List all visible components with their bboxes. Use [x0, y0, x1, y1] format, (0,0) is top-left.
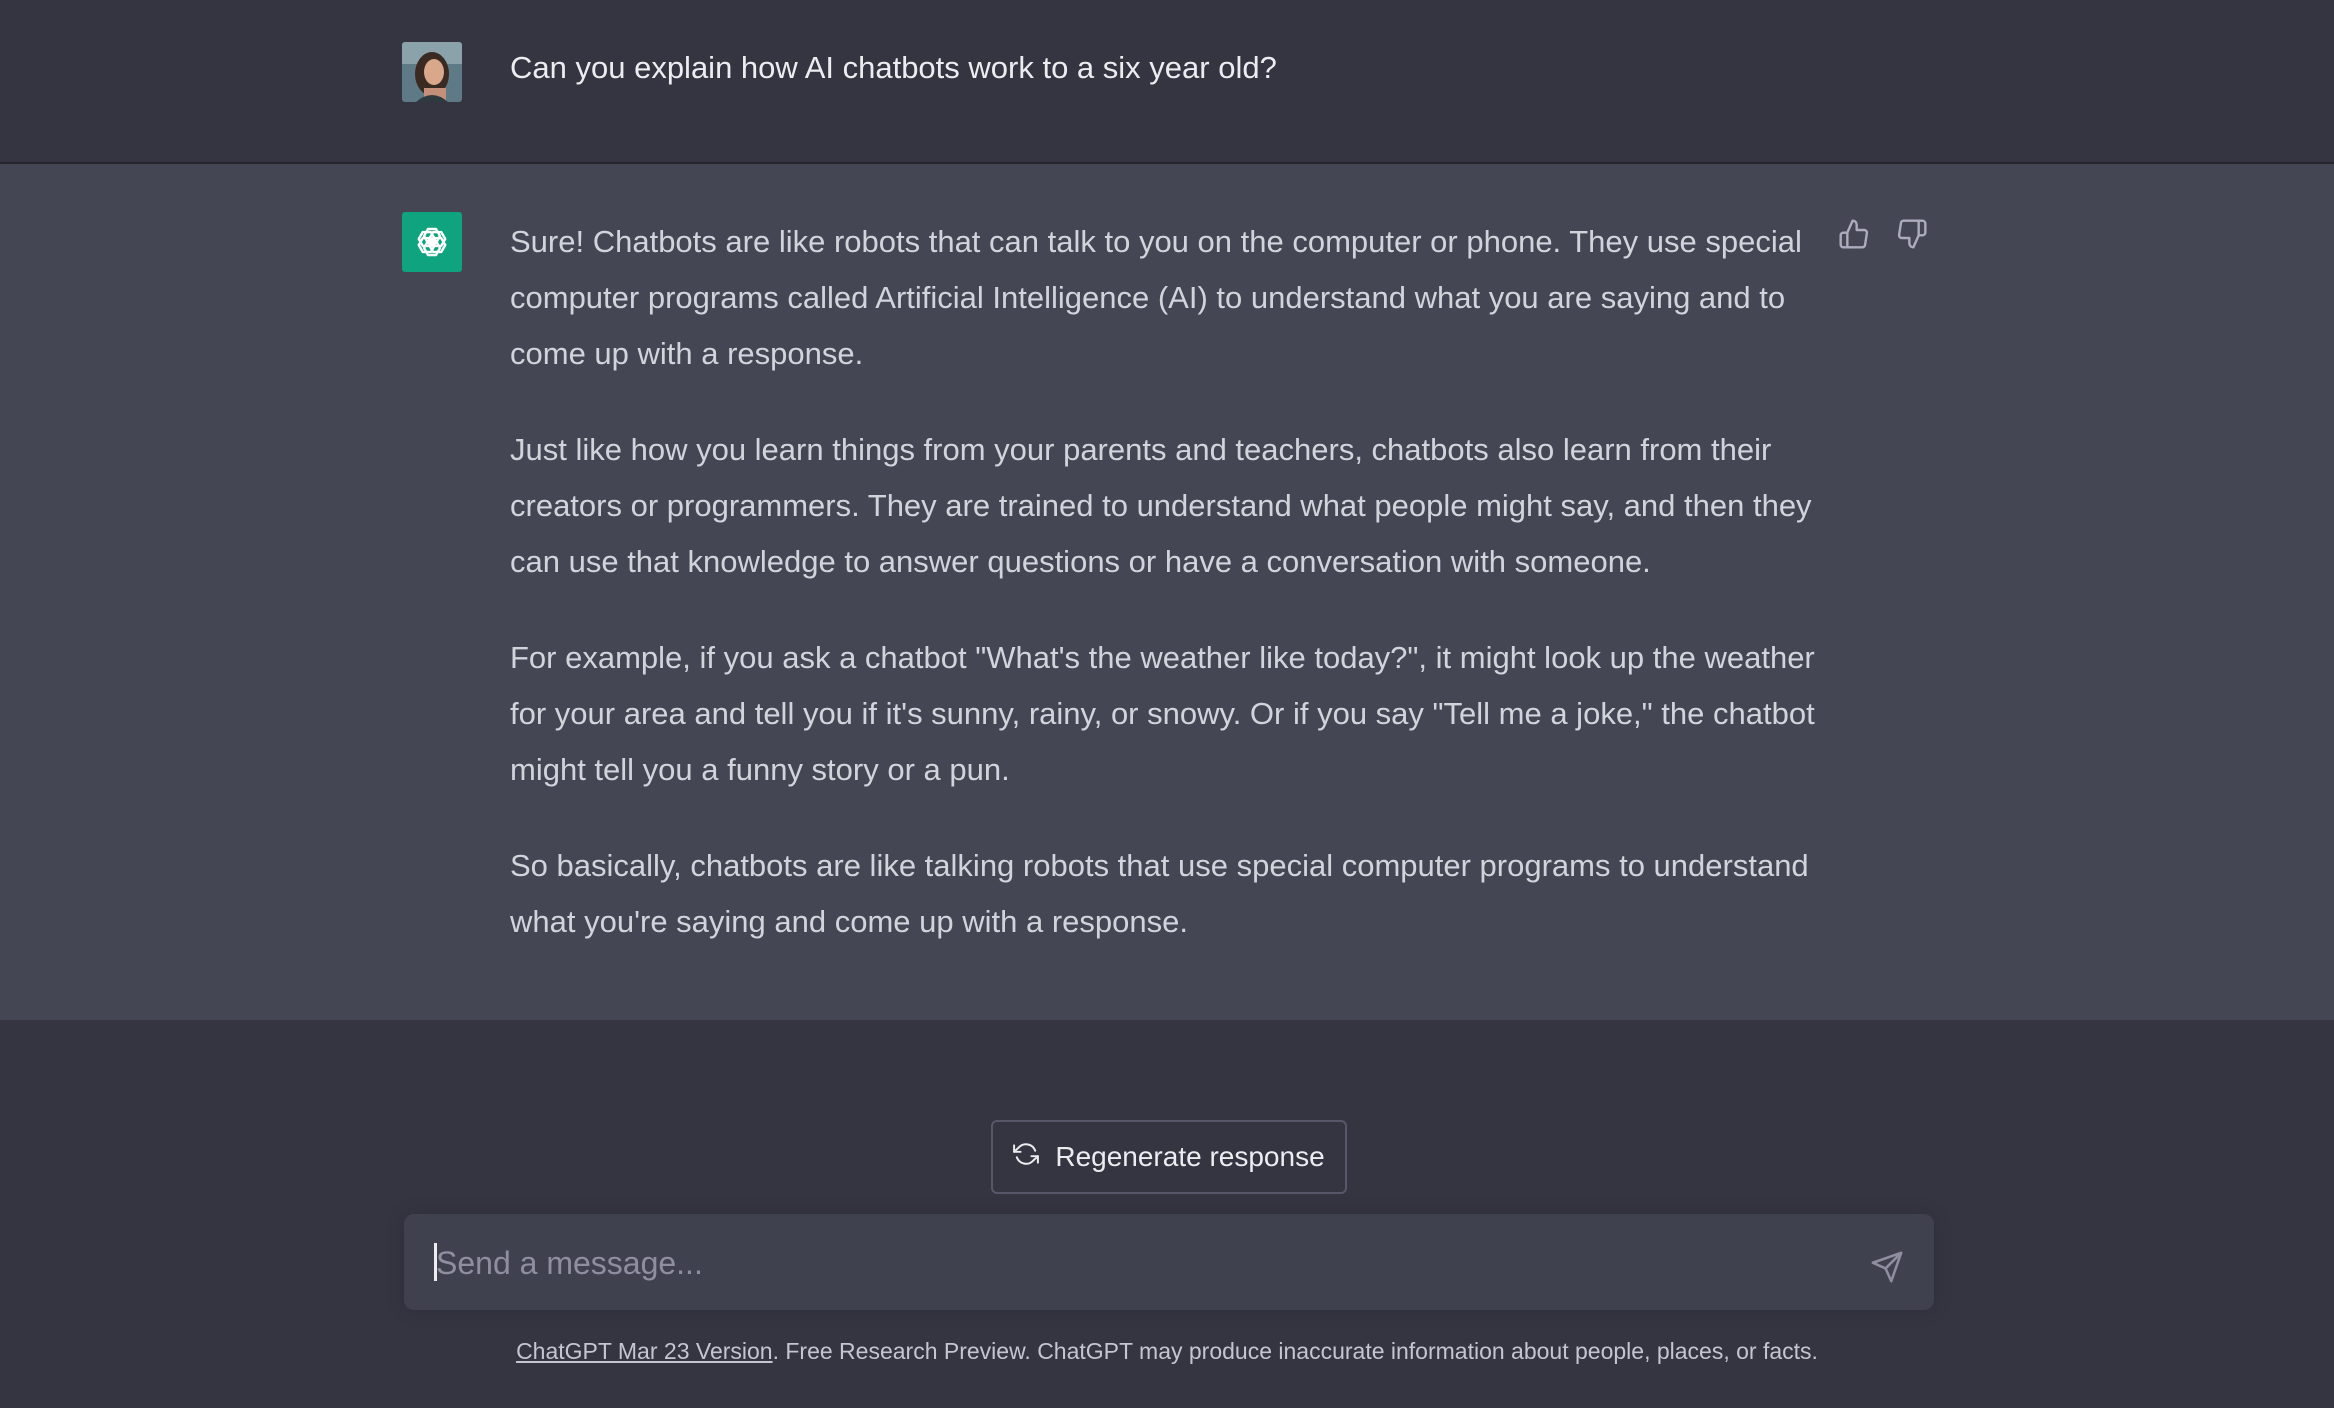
assistant-paragraph: So basically, chatbots are like talking … [510, 848, 1809, 939]
feedback-buttons [1836, 216, 1930, 252]
text-cursor [434, 1243, 437, 1281]
user-avatar [402, 42, 462, 102]
user-message-row: Can you explain how AI chatbots work to … [0, 0, 2334, 164]
refresh-icon [1013, 1141, 1040, 1174]
thumbs-up-icon[interactable] [1836, 216, 1872, 252]
openai-logo-icon [402, 212, 462, 272]
message-input[interactable] [434, 1214, 1838, 1312]
disclaimer-text: . Free Research Preview. ChatGPT may pro… [772, 1338, 1818, 1364]
assistant-paragraph: Just like how you learn things from your… [510, 432, 1812, 579]
user-message-text: Can you explain how AI chatbots work to … [510, 50, 1277, 85]
chat-page: Can you explain how AI chatbots work to … [0, 0, 2334, 1408]
message-composer [404, 1214, 1934, 1312]
assistant-message-text: Sure! Chatbots are like robots that can … [510, 214, 1830, 990]
assistant-paragraph: For example, if you ask a chatbot "What'… [510, 640, 1815, 787]
regenerate-label: Regenerate response [1055, 1141, 1325, 1172]
assistant-message-row: Sure! Chatbots are like robots that can … [0, 164, 2334, 1020]
regenerate-response-button[interactable]: Regenerate response [991, 1120, 1347, 1194]
send-icon[interactable] [1868, 1248, 1906, 1286]
version-link[interactable]: ChatGPT Mar 23 Version [516, 1338, 773, 1364]
footer-disclaimer: ChatGPT Mar 23 Version. Free Research Pr… [0, 1338, 2334, 1365]
thumbs-down-icon[interactable] [1894, 216, 1930, 252]
assistant-paragraph: Sure! Chatbots are like robots that can … [510, 224, 1802, 371]
